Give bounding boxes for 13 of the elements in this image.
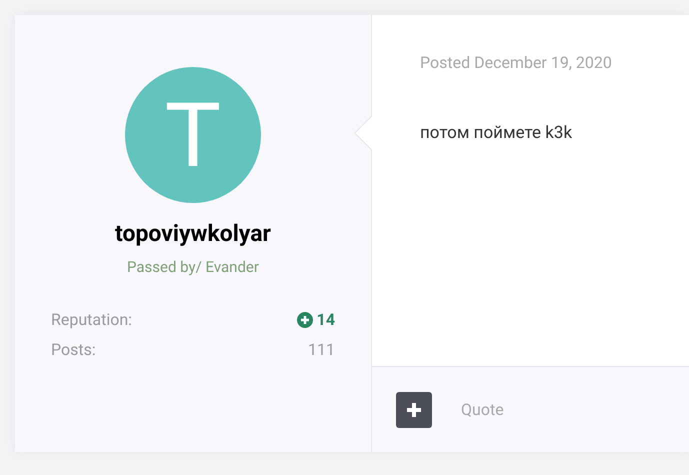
stat-value: 111 bbox=[308, 339, 335, 361]
stat-label: Reputation: bbox=[51, 309, 132, 331]
stat-label: Posts: bbox=[51, 339, 96, 361]
reputation-value: 14 bbox=[316, 309, 335, 331]
plus-icon bbox=[406, 402, 422, 418]
avatar: T bbox=[125, 67, 261, 203]
user-group: Passed by/ Evander bbox=[127, 256, 259, 278]
add-button[interactable] bbox=[396, 392, 432, 428]
plus-circle-icon bbox=[296, 312, 313, 328]
post-content: потом поймете k3k bbox=[420, 122, 574, 145]
post-date: Posted December 19, 2020 bbox=[420, 52, 613, 74]
quote-button[interactable]: Quote bbox=[461, 398, 504, 422]
username: topoviywkolyar bbox=[115, 219, 271, 249]
